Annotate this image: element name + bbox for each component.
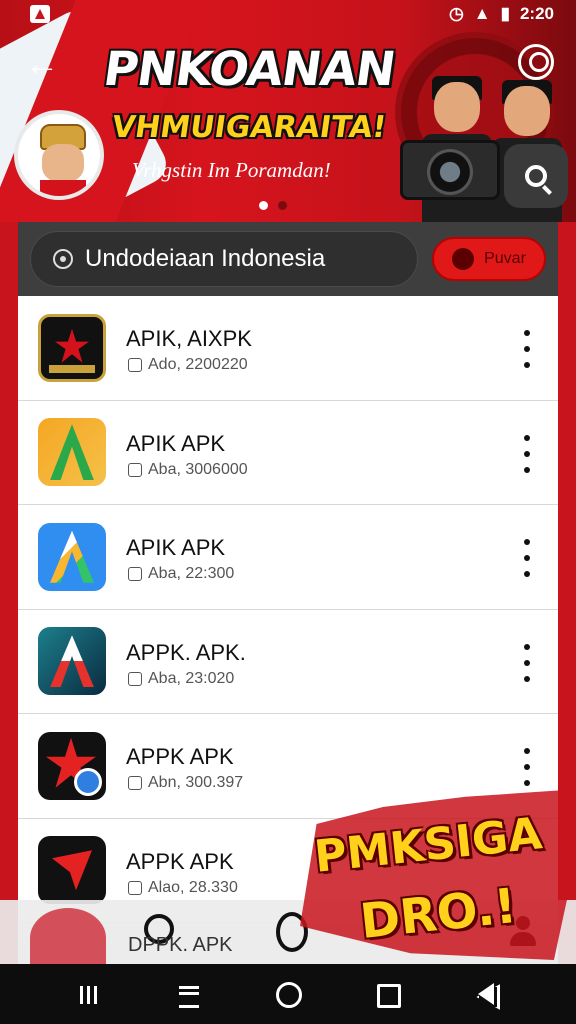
- teal-a-icon: [38, 627, 106, 696]
- more-options-button[interactable]: [518, 330, 536, 368]
- avatar: [14, 110, 104, 200]
- hero-banner[interactable]: ← PNKOANAN VHMUIGARAITA! Vrhgstin Im Por…: [0, 0, 576, 222]
- app-name: APIK, AIXPK: [126, 326, 252, 351]
- search-icon: [525, 165, 547, 187]
- banner-title: PNKOANAN: [100, 42, 399, 97]
- search-action-label: Puvar: [484, 250, 526, 267]
- app-meta-text: Ado, 2200220: [148, 356, 248, 373]
- app-meta: Aba, 23:020: [128, 670, 234, 688]
- app-name: APPK APK: [126, 848, 234, 874]
- blue-a-icon: [38, 522, 106, 591]
- app-meta: Alao, 28.330: [128, 879, 238, 897]
- app-meta-text: Aba, 22:300: [148, 565, 235, 582]
- face-icon: [42, 144, 84, 182]
- head-icon: [504, 86, 550, 136]
- partial-row-label: DPPK. APK: [128, 934, 233, 956]
- list-item[interactable]: APIK APK Aba, 3006000: [18, 400, 558, 505]
- carousel-dot[interactable]: [278, 201, 287, 210]
- search-button[interactable]: [504, 144, 568, 208]
- list-item[interactable]: APIK APK Aba, 22:300: [18, 505, 558, 610]
- app-notification-icon: [30, 5, 50, 23]
- red-star-icon: [38, 731, 106, 800]
- menu-icon[interactable]: [175, 980, 203, 1008]
- more-options-button[interactable]: [518, 643, 536, 682]
- app-name: APPK APK: [126, 744, 234, 769]
- shield-star-icon: [38, 313, 106, 382]
- calendar-icon: [128, 776, 142, 790]
- app-meta: Abn, 300.397: [128, 774, 243, 792]
- scan-icon: [53, 249, 73, 269]
- tab-map-icon[interactable]: [30, 908, 106, 968]
- calendar-icon: [128, 671, 142, 686]
- back-button[interactable]: ←: [22, 44, 62, 84]
- app-meta: Ado, 2200220: [128, 356, 248, 374]
- calendar-icon: [128, 358, 142, 372]
- recents-icon[interactable]: [76, 980, 104, 1008]
- app-meta-text: Aba, 3006000: [148, 460, 248, 478]
- promo-sticker[interactable]: PMKSIGA DRO.!: [300, 790, 576, 970]
- app-meta-text: Abn, 300.397: [148, 774, 244, 791]
- head-icon: [434, 82, 480, 132]
- banner-tagline: Vrhgstin Im Poramdan!: [132, 158, 331, 182]
- camera-icon: [400, 140, 500, 200]
- red-arrow-icon: [38, 836, 106, 905]
- more-options-button[interactable]: [518, 748, 536, 786]
- search-input-value: Undodeiaan Indonesia: [85, 245, 326, 272]
- search-input[interactable]: Undodeiaan Indonesia: [30, 231, 418, 287]
- more-options-button[interactable]: [518, 434, 536, 473]
- calendar-icon: [128, 462, 142, 477]
- app-name: APIK APK: [126, 535, 226, 560]
- camera-lens-icon: [427, 149, 473, 195]
- home-icon[interactable]: [274, 980, 302, 1008]
- app-meta-text: Alao, 28.330: [148, 878, 238, 896]
- overview-icon[interactable]: [373, 980, 402, 1008]
- calendar-icon: [128, 880, 142, 895]
- list-item[interactable]: APPK. APK. Aba, 23:020: [18, 609, 558, 714]
- back-nav-icon[interactable]: [472, 980, 500, 1008]
- search-action-button[interactable]: Puvar: [432, 237, 546, 281]
- app-meta: Aba, 22:300: [128, 565, 234, 583]
- system-nav-bar: [0, 964, 576, 1024]
- calendar-icon: [128, 567, 142, 581]
- alarm-icon: ◷: [448, 4, 464, 23]
- status-time: 2:20: [519, 4, 554, 23]
- battery-icon: ▮: [500, 4, 510, 23]
- green-a-icon: [38, 418, 106, 487]
- list-item[interactable]: APIK, AIXPK Ado, 2200220: [18, 296, 558, 401]
- profile-button[interactable]: [518, 44, 554, 80]
- person-icon: [452, 248, 475, 270]
- search-bar: Undodeiaan Indonesia Puvar: [18, 222, 558, 296]
- wifi-icon: ▲: [473, 4, 491, 23]
- app-meta-text: Aba, 23:020: [148, 669, 235, 687]
- app-name: APIK APK: [126, 430, 226, 456]
- carousel-dot-active[interactable]: [259, 201, 268, 210]
- app-name: APPK. APK.: [126, 639, 246, 665]
- status-bar: ◷ ▲ ▮ 2:20: [0, 0, 576, 28]
- more-options-button[interactable]: [518, 539, 536, 577]
- app-meta: Aba, 3006000: [128, 461, 248, 479]
- carousel-indicator: [259, 201, 287, 210]
- banner-subtitle: VHMUIGARAITA!: [109, 110, 389, 145]
